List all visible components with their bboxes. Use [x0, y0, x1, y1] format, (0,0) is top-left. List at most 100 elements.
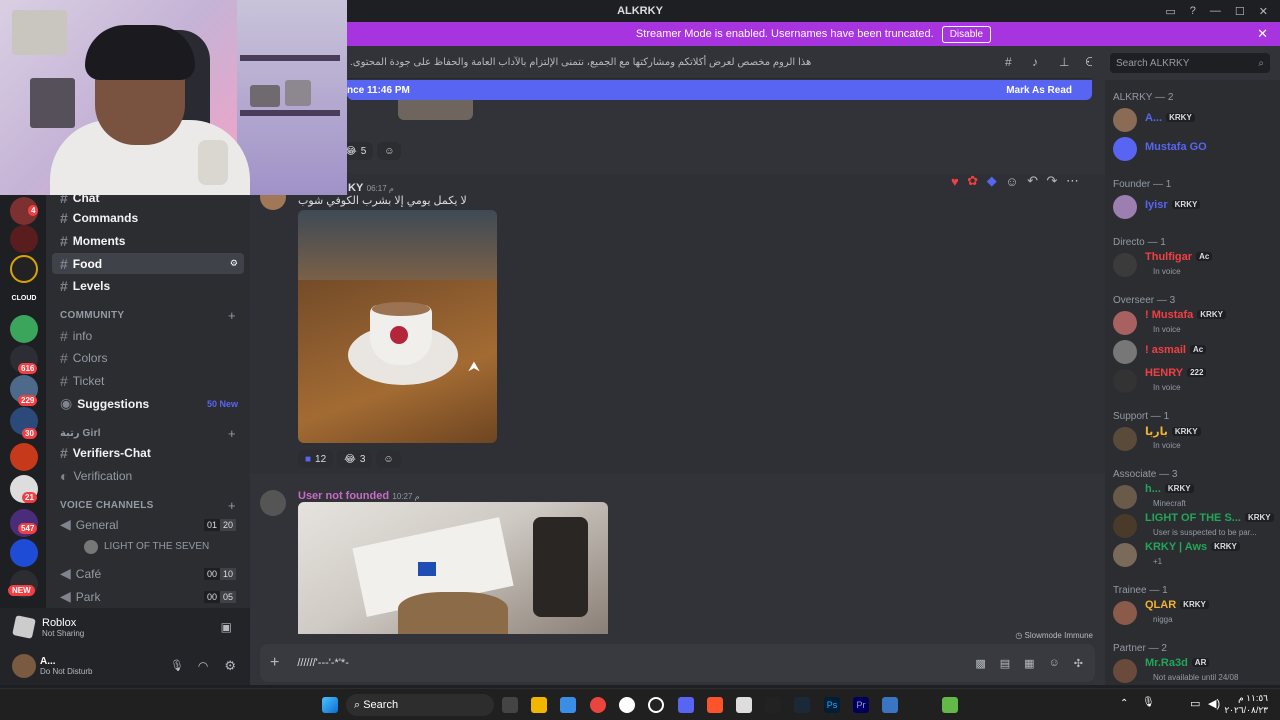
member-item[interactable]: LIGHT OF THE S... KRKY User is suspected t… [1113, 512, 1280, 540]
network-icon[interactable]: ▭ [1190, 697, 1200, 710]
taskbar-clock[interactable]: ١١:٥٦ م ٢٠٢٦/٠٨/٢٣ [1224, 692, 1268, 716]
member-item[interactable]: ! Mustafa KRKY In voice [1113, 309, 1280, 337]
channel-moments[interactable]: # Moments [52, 230, 244, 251]
rose-reaction-icon[interactable]: ✿ [967, 173, 978, 189]
channel-commands[interactable]: # Commands [52, 207, 244, 228]
headphones-icon[interactable]: ◠ [198, 659, 208, 673]
taskbar-search[interactable]: ⌕ Search [346, 694, 494, 716]
gif-icon[interactable]: ▤ [1000, 657, 1010, 670]
add-attachment-icon[interactable]: + [270, 654, 279, 672]
coffee-photo[interactable] [298, 210, 497, 443]
user-settings-icon[interactable]: ⚙ [224, 658, 236, 674]
capcut-icon[interactable] [765, 697, 781, 713]
avatar[interactable] [12, 653, 36, 678]
message-image[interactable] [398, 100, 473, 120]
member-item[interactable]: باربا KRKY In voice [1113, 425, 1280, 453]
member-item[interactable]: Mr.Ra3d AR Not available until 24/08 [1113, 657, 1280, 685]
channel-verification[interactable]: ◐ Verification [52, 465, 244, 486]
minecraft-icon[interactable] [942, 697, 958, 713]
category-community[interactable]: COMMUNITY + [60, 308, 236, 323]
windows-start-icon[interactable] [322, 697, 338, 713]
channel-ticket[interactable]: # Ticket [52, 370, 244, 391]
reaction-laugh[interactable]: 😂 3 [337, 450, 373, 468]
volume-icon[interactable]: ◀) [1208, 697, 1220, 710]
close-window-button[interactable]: ✕ [1259, 5, 1268, 18]
voice-user[interactable]: LIGHT OF THE SEVEN [76, 536, 244, 557]
threads-icon[interactable]: # [1005, 55, 1012, 69]
minimize-button[interactable]: — [1210, 5, 1221, 17]
member-item[interactable]: h... KRKY Minecraft [1113, 483, 1280, 511]
server-icon[interactable] [10, 225, 38, 253]
reply-icon[interactable]: ↶ [1027, 173, 1038, 189]
avatar[interactable] [260, 490, 286, 516]
channel-food[interactable]: # Food ⚙ [52, 253, 244, 274]
channel-info[interactable]: # info [52, 325, 244, 346]
photoshop-icon[interactable]: Ps [824, 697, 840, 713]
message-author[interactable]: User not founded [298, 490, 389, 502]
member-item[interactable]: KRKY | Aws KRKY +1 [1113, 541, 1280, 569]
desk-photo[interactable] [298, 502, 608, 634]
task-view-icon[interactable] [502, 697, 518, 713]
emoji-icon[interactable]: ☺ [1049, 657, 1060, 669]
disable-streamer-mode-button[interactable]: Disable [941, 25, 992, 43]
voice-channel-general[interactable]: ◀ General 01 20 [52, 514, 244, 535]
add-channel-icon[interactable]: + [228, 498, 236, 513]
add-channel-icon[interactable]: + [228, 308, 236, 323]
add-channel-icon[interactable]: + [228, 426, 236, 441]
chrome-icon[interactable] [590, 697, 606, 713]
mark-as-read-button[interactable]: Mark As Read [1006, 85, 1072, 96]
reaction-custom[interactable]: ■ 12 [298, 450, 334, 468]
member-item[interactable]: Thulfigar Ac In voice [1113, 251, 1280, 279]
file-explorer-icon[interactable] [531, 697, 547, 713]
category-girl[interactable]: رتبة Girl + [60, 426, 236, 441]
category-voice[interactable]: VOICE CHANNELS + [60, 498, 236, 513]
more-options-icon[interactable]: ⋯ [1066, 173, 1079, 189]
tray-chevron-icon[interactable]: ⌃ [1120, 698, 1128, 709]
voice-channel-cafe[interactable]: ◀ Café 00 10 [52, 563, 244, 584]
server-icon[interactable] [10, 315, 38, 343]
sticker-icon[interactable]: ▦ [1024, 657, 1034, 670]
help-icon[interactable]: ? [1190, 5, 1196, 17]
premiere-icon[interactable]: Pr [853, 697, 869, 713]
store-icon[interactable] [560, 697, 576, 713]
share-screen-icon[interactable]: ▣ [221, 620, 232, 634]
member-item[interactable]: Mustafa GO [1113, 135, 1280, 163]
app-icon[interactable] [882, 697, 898, 713]
member-item[interactable]: HENRY 222 In voice [1113, 367, 1280, 395]
channel-verifiers-chat[interactable]: # Verifiers-Chat [52, 442, 244, 463]
tray-mic-icon[interactable]: 🎙 [1142, 697, 1155, 708]
member-item[interactable]: A... KRKY [1113, 106, 1280, 134]
member-item[interactable]: Iyisr KRKY [1113, 193, 1280, 221]
close-banner-icon[interactable]: ✕ [1257, 26, 1268, 42]
server-icon[interactable] [10, 255, 38, 283]
maximize-button[interactable]: ☐ [1235, 5, 1245, 18]
channel-settings-icon[interactable]: ⚙ [230, 258, 238, 269]
app-icon[interactable] [736, 697, 752, 713]
add-reaction-icon[interactable]: ☺ [1005, 174, 1018, 189]
member-item[interactable]: QLAR KRKY nigga [1113, 599, 1280, 627]
pin-icon[interactable]: ⊥ [1059, 55, 1069, 69]
app-icon[interactable] [648, 697, 664, 713]
gift-icon[interactable]: ▩ [975, 657, 985, 670]
forward-icon[interactable]: ↷ [1047, 173, 1058, 189]
new-messages-bar[interactable]: nce 11:46 PM Mark As Read [347, 80, 1092, 100]
search-input[interactable]: Search ALKRKY ⌕ [1110, 53, 1270, 73]
heart-reaction-icon[interactable]: ♥ [951, 174, 959, 189]
member-item[interactable]: ! asmail Ac [1113, 338, 1280, 366]
obs-icon[interactable] [619, 697, 635, 713]
brave-icon[interactable] [707, 697, 723, 713]
message-input[interactable]: //////'---'-*'*- [297, 657, 349, 669]
apps-icon[interactable]: ✣ [1074, 657, 1083, 670]
notifications-icon[interactable]: ♪ [1032, 55, 1038, 69]
inbox-icon[interactable]: ▭ [1165, 5, 1175, 18]
discord-icon[interactable] [678, 697, 694, 713]
microphone-icon[interactable]: 🎙 [170, 659, 184, 672]
voice-channel-park[interactable]: ◀ Park 00 05 [52, 586, 244, 607]
server-icon[interactable] [10, 443, 38, 471]
add-reaction-button[interactable]: ☺ [376, 450, 401, 468]
channel-suggestions[interactable]: ◉ Suggestions 50 New [52, 393, 244, 414]
server-icon[interactable] [10, 539, 38, 567]
channel-colors[interactable]: # Colors [52, 347, 244, 368]
add-reaction-button[interactable]: ☺ [377, 142, 402, 160]
server-icon-cloud[interactable]: CLOUD [10, 285, 38, 313]
